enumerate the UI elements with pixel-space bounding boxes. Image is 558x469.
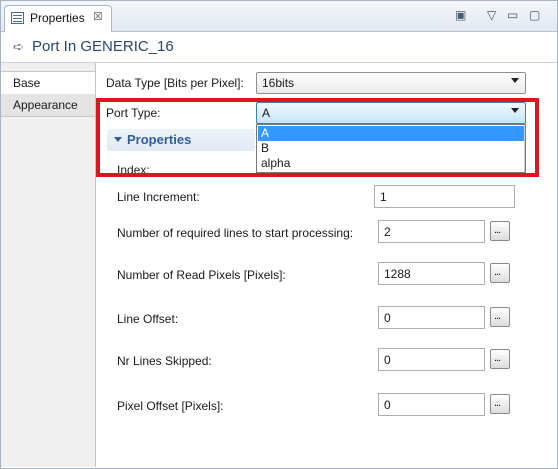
required-lines-label: Number of required lines to start proces… <box>117 226 354 240</box>
browse-button-label: ... <box>494 266 501 278</box>
maximize-icon[interactable]: ▢ <box>529 8 540 22</box>
lines-skipped-browse-button[interactable]: ... <box>490 349 510 369</box>
properties-view-icon <box>11 12 24 24</box>
line-increment-input[interactable]: 1 <box>374 185 515 208</box>
data-type-value: 16bits <box>262 76 295 90</box>
view-tab-bar: Properties ☒ ▣ ▽ ▭ ▢ <box>1 1 557 33</box>
tab-properties-label: Properties <box>30 11 85 25</box>
data-type-select[interactable]: 16bits <box>256 72 526 94</box>
sidebar-item-appearance[interactable]: Appearance <box>1 94 95 117</box>
read-pixels-browse-button[interactable]: ... <box>490 263 510 283</box>
pixel-offset-value: 0 <box>384 398 391 412</box>
required-lines-input[interactable]: 2 <box>378 220 485 243</box>
sidebar-item-base[interactable]: Base <box>1 71 95 95</box>
required-lines-browse-button[interactable]: ... <box>490 221 510 241</box>
close-icon[interactable]: ☒ <box>93 10 103 23</box>
page-title-row: ➪ Port In GENERIC_16 <box>1 32 557 62</box>
read-pixels-input[interactable]: 1288 <box>378 262 485 285</box>
pixel-offset-browse-button[interactable]: ... <box>490 394 510 414</box>
highlight-box <box>96 98 539 177</box>
browse-button-label: ... <box>494 224 501 236</box>
port-in-icon: ➪ <box>13 39 24 54</box>
data-type-label: Data Type [Bits per Pixel]: <box>106 76 244 90</box>
sidebar: Base Appearance <box>1 63 96 467</box>
line-offset-input[interactable]: 0 <box>378 306 485 329</box>
line-increment-label: Line Increment: <box>117 190 200 204</box>
line-offset-browse-button[interactable]: ... <box>490 307 510 327</box>
chevron-down-icon <box>511 78 519 83</box>
lines-skipped-input[interactable]: 0 <box>378 348 485 371</box>
sidebar-item-label: Appearance <box>13 98 78 112</box>
tab-properties[interactable]: Properties ☒ <box>4 5 112 33</box>
line-offset-label: Line Offset: <box>117 312 179 326</box>
pixel-offset-input[interactable]: 0 <box>378 393 485 416</box>
browse-button-label: ... <box>494 310 501 322</box>
read-pixels-label: Number of Read Pixels [Pixels]: <box>117 268 286 282</box>
lines-skipped-label: Nr Lines Skipped: <box>117 354 212 368</box>
read-pixels-value: 1288 <box>384 267 411 281</box>
line-increment-value: 1 <box>380 190 387 204</box>
line-offset-value: 0 <box>384 311 391 325</box>
page-title: Port In GENERIC_16 <box>32 38 174 55</box>
browse-button-label: ... <box>494 352 501 364</box>
browse-button-label: ... <box>494 397 501 409</box>
sidebar-item-label: Base <box>13 76 41 90</box>
minimize-icon[interactable]: ▭ <box>507 8 518 22</box>
required-lines-value: 2 <box>384 225 391 239</box>
new-window-icon[interactable]: ▣ <box>455 8 466 22</box>
lines-skipped-value: 0 <box>384 353 391 367</box>
view-menu-icon[interactable]: ▽ <box>487 8 496 22</box>
pixel-offset-label: Pixel Offset [Pixels]: <box>117 399 224 413</box>
